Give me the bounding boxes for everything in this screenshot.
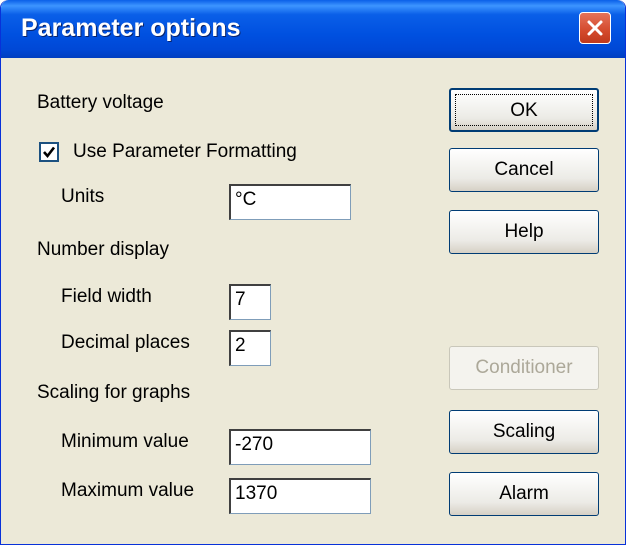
parameter-options-dialog: Parameter options Battery voltage Use Pa… xyxy=(0,0,626,545)
maximum-value-label: Maximum value xyxy=(61,480,195,501)
close-button[interactable] xyxy=(579,12,611,44)
use-formatting-label[interactable]: Use Parameter Formatting xyxy=(73,141,297,163)
maximum-value-input[interactable]: 1370 xyxy=(229,478,371,514)
units-label: Units xyxy=(61,186,105,207)
conditioner-button: Conditioner xyxy=(449,346,599,390)
close-icon xyxy=(587,20,603,36)
minimum-value-label: Minimum value xyxy=(61,431,189,452)
title-bar[interactable]: Parameter options xyxy=(1,0,625,58)
parameter-name-label: Battery voltage xyxy=(37,92,164,113)
scaling-for-graphs-label: Scaling for graphs xyxy=(37,382,191,403)
help-button-label: Help xyxy=(504,221,544,242)
help-button[interactable]: Help xyxy=(449,210,599,254)
units-input[interactable]: °C xyxy=(229,184,351,220)
focus-rectangle xyxy=(455,94,593,126)
cancel-button-label: Cancel xyxy=(494,159,554,180)
scaling-button[interactable]: Scaling xyxy=(449,410,599,454)
field-width-input[interactable]: 7 xyxy=(229,284,271,320)
window-title: Parameter options xyxy=(21,14,241,42)
number-display-label: Number display xyxy=(37,239,169,260)
decimal-places-input[interactable]: 2 xyxy=(229,330,271,366)
scaling-button-label: Scaling xyxy=(492,421,556,442)
field-width-label: Field width xyxy=(61,286,152,307)
minimum-value-input[interactable]: -270 xyxy=(229,429,371,465)
use-formatting-checkbox[interactable] xyxy=(39,142,59,162)
conditioner-button-label: Conditioner xyxy=(475,357,573,378)
decimal-places-label: Decimal places xyxy=(61,332,190,353)
checkmark-icon xyxy=(43,146,56,159)
ok-button[interactable]: OK xyxy=(449,88,599,132)
cancel-button[interactable]: Cancel xyxy=(449,148,599,192)
alarm-button-label: Alarm xyxy=(499,483,549,504)
alarm-button[interactable]: Alarm xyxy=(449,472,599,516)
